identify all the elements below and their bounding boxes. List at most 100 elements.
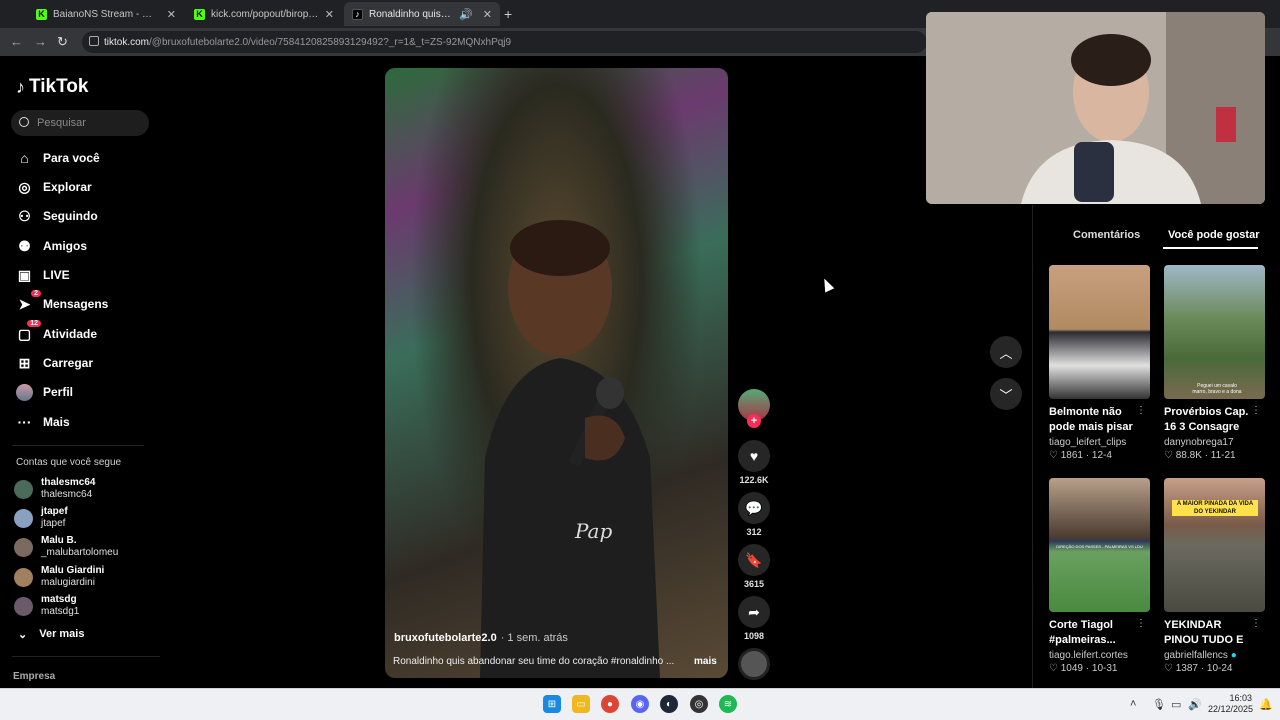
reload-icon[interactable]: ↻ — [57, 34, 68, 50]
tab-suggested[interactable]: Você pode gostar — [1168, 229, 1259, 241]
author-username: bruxofutebolarte2.0 — [394, 632, 497, 644]
sidebar-item-perfil[interactable]: Perfil — [16, 381, 73, 403]
card-title: Provérbios Cap. 16 3 Consagre ao... — [1164, 406, 1249, 433]
obs-icon[interactable]: ◎ — [690, 695, 708, 713]
new-tab-button[interactable]: + — [504, 6, 512, 22]
url-input[interactable]: tiktok.com/@bruxofutebolarte2.0/video/75… — [82, 31, 927, 53]
network-icon[interactable]: ▭ — [1171, 698, 1181, 711]
card-more-icon[interactable]: ⋮ — [1251, 405, 1261, 416]
video-player[interactable]: Pap — [385, 68, 728, 678]
url-host: tiktok.com — [104, 36, 150, 48]
browser-tab-kick-chat[interactable]: K kick.com/popout/biropjl/chat ✕ — [186, 2, 342, 26]
sidebar-item-explorar[interactable]: ◎ Explorar — [16, 176, 91, 198]
save-button[interactable]: 🔖 3615 — [738, 544, 770, 589]
card-date: 11-21 — [1210, 450, 1236, 461]
follow-plus-icon[interactable]: + — [747, 414, 761, 428]
more-icon: ··· — [17, 414, 32, 430]
sidebar-item-para-voce[interactable]: ⌂ Para você — [16, 147, 99, 169]
sidebar-item-amigos[interactable]: ⚉ Amigos — [16, 235, 87, 257]
tab-comments[interactable]: Comentários — [1073, 229, 1140, 241]
mouse-cursor — [819, 276, 835, 293]
notifications-icon[interactable]: 🔔 — [1259, 698, 1273, 711]
sidebar-item-label: Perfil — [43, 385, 74, 399]
chevron-down-icon: ⌄ — [18, 629, 28, 641]
tiktok-logo[interactable]: ♪ TikTok — [16, 76, 88, 98]
account-name: Malu Giardini — [41, 565, 105, 576]
followed-account[interactable]: Malu B. _malubartolomeu — [14, 535, 118, 559]
like-button[interactable]: ♥ 122.6K — [738, 440, 770, 485]
account-name: thalesmc64 — [41, 477, 96, 488]
browser-tab-tiktok[interactable]: ♪ Ronaldinho quis abandonar 🔊 ✕ — [344, 2, 500, 26]
sidebar-item-live[interactable]: ▣ LIVE — [16, 264, 70, 286]
comment-icon: 💬 — [738, 492, 770, 524]
share-button[interactable]: ➦ 1098 — [738, 596, 770, 641]
heart-icon: ♡ — [1164, 450, 1173, 461]
next-video-button[interactable]: ﹀ — [990, 378, 1022, 410]
thumbnail-caption: DIREÇÃO DOS PASSES - PALMEIRAS VS LDU — [1056, 544, 1143, 549]
sidebar-item-label: Carregar — [43, 356, 94, 370]
card-author: gabrielfallencs — [1164, 650, 1228, 661]
see-more-button[interactable]: ⌄ Ver mais — [18, 628, 84, 641]
comment-button[interactable]: 💬 312 — [738, 492, 770, 537]
video-thumbnail: A MAIOR PINADA DA VIDA DO YEKINDAR — [1164, 478, 1265, 612]
card-likes: 1861 — [1060, 450, 1083, 461]
footer-link-empresa[interactable]: Empresa — [13, 671, 55, 682]
steam-icon[interactable]: ◐ — [660, 695, 678, 713]
sidebar-item-atividade[interactable]: ▢ 12 Atividade — [16, 319, 97, 345]
more-description-button[interactable]: mais — [694, 656, 717, 667]
close-icon[interactable]: ✕ — [167, 8, 176, 21]
forward-arrow-icon[interactable]: → — [34, 34, 47, 49]
sidebar-item-mensagens[interactable]: ➤ 2 Mensagens — [16, 289, 108, 315]
followed-account[interactable]: Malu Giardini malugiardini — [14, 565, 104, 589]
suggested-video-card[interactable]: A MAIOR PINADA DA VIDA DO YEKINDAR YEKIN… — [1164, 478, 1265, 674]
suggested-video-card[interactable]: Peguei um cavalo marro, bravo e a dona P… — [1164, 265, 1265, 461]
search-input[interactable]: Pesquisar — [11, 110, 149, 136]
card-more-icon[interactable]: ⋮ — [1136, 405, 1146, 416]
sidebar-item-mais[interactable]: ··· Mais — [16, 411, 70, 433]
spotify-icon[interactable]: ≋ — [719, 695, 737, 713]
audio-icon[interactable]: 🔊 — [459, 8, 473, 21]
close-icon[interactable]: ✕ — [325, 8, 334, 21]
video-author[interactable]: bruxofutebolarte2.0 · 1 sem. atrás — [394, 632, 568, 644]
discord-icon[interactable]: ◉ — [631, 695, 649, 713]
sidebar-item-seguindo[interactable]: ⚇ Seguindo — [16, 205, 97, 227]
previous-video-button[interactable]: ︿ — [990, 336, 1022, 368]
tray-overflow-icon[interactable]: ˄ — [1130, 698, 1136, 710]
avatar — [14, 508, 33, 528]
card-more-icon[interactable]: ⋮ — [1251, 618, 1261, 629]
sidebar-item-label: Amigos — [43, 239, 88, 253]
followed-account[interactable]: jtapef jtapef — [14, 506, 68, 530]
volume-icon[interactable]: 🔊 — [1188, 698, 1202, 711]
card-author-row: gabrielfallencs ● — [1164, 650, 1265, 661]
back-arrow-icon[interactable]: ← — [10, 34, 23, 49]
card-likes: 1049 — [1060, 663, 1083, 674]
card-author: tiago.leifert.cortes — [1049, 650, 1128, 661]
like-count: 122.6K — [739, 475, 769, 485]
thumbnail-caption: Peguei um cavalo marro, bravo e a dona — [1192, 383, 1242, 395]
sidebar-item-carregar[interactable]: ⊞ Carregar — [16, 352, 93, 374]
unread-badge: 12 — [27, 319, 41, 327]
suggested-video-card[interactable]: DIREÇÃO DOS PASSES - PALMEIRAS VS LDU Co… — [1049, 478, 1150, 674]
followed-account[interactable]: thalesmc64 thalesmc64 — [14, 477, 95, 501]
chrome-icon[interactable]: ● — [601, 695, 619, 713]
close-icon[interactable]: ✕ — [483, 8, 492, 21]
file-explorer-icon[interactable]: ▭ — [572, 695, 590, 713]
verified-icon: ● — [1230, 650, 1237, 661]
followed-account[interactable]: matsdg matsdg1 — [14, 594, 79, 618]
system-clock[interactable]: 16:03 22/12/2025 — [1208, 693, 1253, 715]
site-settings-icon[interactable] — [89, 36, 99, 46]
suggested-video-card[interactable]: Belmonte não pode mais pisar ... ⋮ tiago… — [1049, 265, 1150, 461]
save-count: 3615 — [743, 579, 765, 589]
video-thumbnail: Peguei um cavalo marro, bravo e a dona — [1164, 265, 1265, 399]
activity-icon: ▢ 12 — [16, 319, 41, 343]
card-date: 10-24 — [1206, 663, 1233, 674]
microphone-icon[interactable]: 🎙 — [1152, 698, 1166, 711]
music-disc-icon[interactable] — [738, 648, 770, 680]
card-more-icon[interactable]: ⋮ — [1136, 618, 1146, 629]
heart-icon: ♡ — [1164, 663, 1173, 674]
tab-label: kick.com/popout/biropjl/chat — [211, 8, 319, 20]
card-date: 10-31 — [1091, 663, 1118, 674]
windows-start-icon[interactable]: ⊞ — [543, 695, 561, 713]
thumbnail-caption: A MAIOR PINADA DA VIDA DO YEKINDAR — [1172, 500, 1258, 516]
browser-tab-baianons[interactable]: K BaianoNS Stream - Watch Live o ✕ — [28, 2, 184, 26]
